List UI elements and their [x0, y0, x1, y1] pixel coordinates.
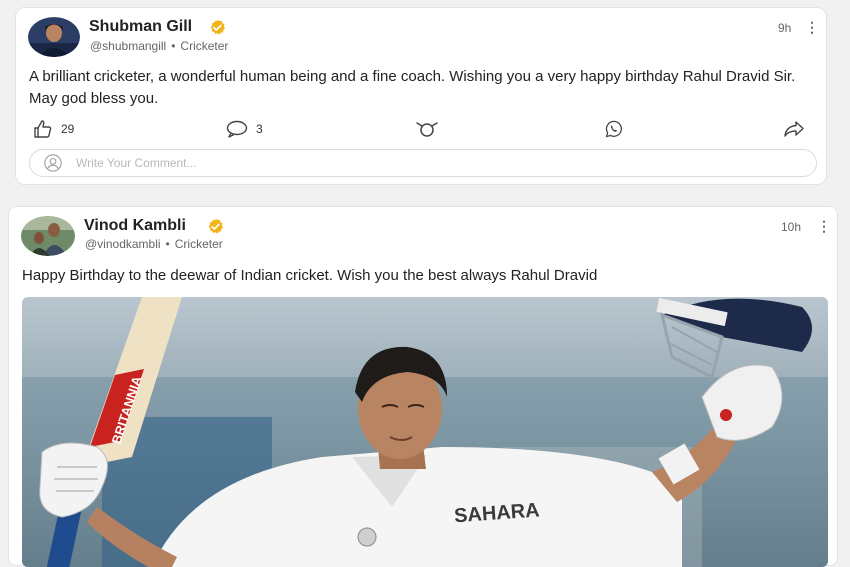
author-role: Cricketer [174, 237, 223, 251]
reaction-icon [416, 122, 438, 137]
reaction-button[interactable] [415, 120, 439, 138]
post-text: Happy Birthday to the deewar of Indian c… [22, 267, 598, 284]
user-icon [44, 154, 62, 172]
comment-input-box[interactable] [29, 149, 817, 177]
verified-badge-icon [210, 19, 225, 35]
post-photo[interactable]: BRITANNIA SAHARA [22, 297, 828, 567]
like-count: 29 [61, 122, 75, 136]
thumbs-up-icon [34, 120, 52, 138]
post-text: A brilliant cricketer, a wonderful human… [29, 68, 796, 107]
more-icon[interactable]: ⋮ [817, 218, 831, 235]
more-icon[interactable]: ⋮ [805, 19, 819, 36]
author-handle[interactable]: @vinodkambli [85, 237, 161, 251]
author-role: Cricketer [180, 39, 229, 53]
whatsapp-icon [605, 120, 622, 138]
author-name[interactable]: Vinod Kambli [84, 217, 186, 235]
comment-count: 3 [256, 122, 263, 136]
avatar[interactable] [21, 216, 75, 256]
like-button[interactable]: 29 [33, 120, 74, 138]
author-meta: @vinodkambli • Cricketer [85, 237, 223, 251]
whatsapp-share-button[interactable] [604, 120, 624, 138]
post-card-shubman: Shubman Gill @shubmangill • Cricketer 9h ⋮… [15, 7, 827, 185]
share-icon [784, 121, 804, 137]
author-meta: @shubmangill • Cricketer [90, 39, 229, 53]
comment-button[interactable]: 3 [226, 120, 263, 138]
avatar[interactable] [28, 17, 80, 57]
post-time: 9h [778, 21, 792, 35]
post-time: 10h [781, 220, 802, 234]
verified-badge-icon [208, 218, 223, 234]
share-button[interactable] [783, 120, 805, 138]
author-name[interactable]: Shubman Gill [89, 18, 192, 36]
comment-input[interactable] [76, 156, 776, 170]
post-card-kambli: Vinod Kambli @vinodkambli • Cricketer 10h … [8, 206, 838, 567]
comment-icon [226, 120, 248, 138]
author-handle[interactable]: @shubmangill [90, 39, 166, 53]
